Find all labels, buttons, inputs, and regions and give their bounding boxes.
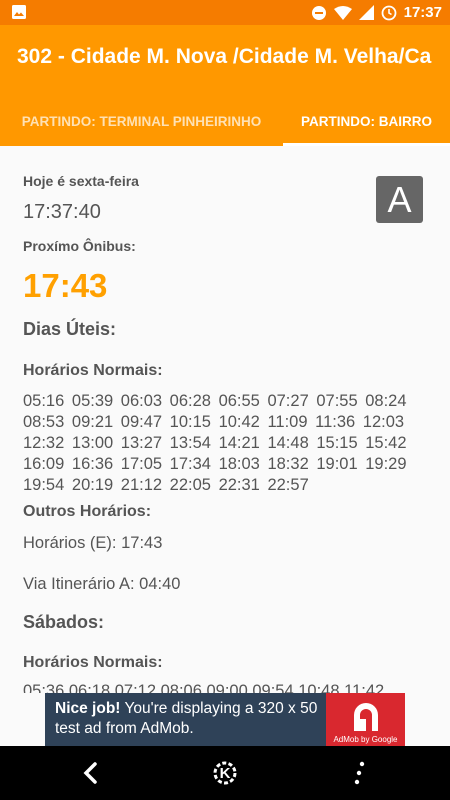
current-time: 17:37:40 xyxy=(23,201,101,223)
ad-text: Nice job! You're displaying a 320 x 50 t… xyxy=(55,699,325,739)
weekdays-normal-heading: Horários Normais: xyxy=(23,362,163,379)
tab-bar: PARTINDO: TERMINAL PINHEIRINHO PARTINDO:… xyxy=(0,97,450,146)
departure-time: 20:19 xyxy=(71,476,114,494)
minus-circle-icon xyxy=(311,5,326,20)
departure-time: 21:12 xyxy=(120,476,163,494)
tab-label: PARTINDO: TERMINAL PINHEIRINHO xyxy=(21,114,262,129)
image-icon xyxy=(12,5,26,19)
ad-bold: Nice job! xyxy=(55,700,121,717)
status-bar: 17:37 xyxy=(0,0,450,25)
today-label: Hoje é sexta-feira xyxy=(23,173,139,189)
departure-time: 19:54 xyxy=(23,476,65,494)
departure-time: 14:48 xyxy=(267,434,309,452)
departure-time: 13:00 xyxy=(71,434,114,452)
other-times-heading: Outros Horários: xyxy=(23,503,152,520)
departure-time: 05:39 xyxy=(71,392,114,410)
departure-time: 12:32 xyxy=(23,434,65,452)
departure-time: 19:29 xyxy=(365,455,407,473)
departure-time: 13:27 xyxy=(120,434,163,452)
ad-banner[interactable]: Nice job! You're displaying a 320 x 50 t… xyxy=(45,693,405,746)
page-title: 302 - Cidade M. Nova /Cidade M. Velha/Ca xyxy=(17,45,432,68)
saturdays-normal-heading: Horários Normais: xyxy=(23,654,163,671)
weekday-times-list: 05:16 05:39 06:03 06:28 06:55 07:27 07:5… xyxy=(23,391,428,496)
status-time: 17:37 xyxy=(403,4,442,21)
other-times-line: Horários (E): 17:43 xyxy=(23,534,163,552)
tab-bairro[interactable]: PARTINDO: BAIRRO xyxy=(283,97,450,146)
departure-time: 22:05 xyxy=(169,476,211,494)
departure-time: 10:42 xyxy=(218,413,260,431)
departure-time: 09:47 xyxy=(120,413,163,431)
departure-time: 07:27 xyxy=(267,392,309,410)
wifi-icon xyxy=(333,5,352,20)
departure-time: 22:57 xyxy=(267,476,309,494)
departure-time: 11:36 xyxy=(315,413,356,431)
departure-time: 17:34 xyxy=(169,455,211,473)
departure-time: 06:28 xyxy=(169,392,211,410)
weekdays-heading: Dias Úteis: xyxy=(23,319,117,339)
departure-time: 18:32 xyxy=(267,455,309,473)
route-letter-badge: A xyxy=(376,176,423,223)
departure-time: 06:03 xyxy=(120,392,163,410)
back-icon xyxy=(83,762,97,784)
more-icon xyxy=(354,761,365,785)
next-bus-time: 17:43 xyxy=(23,267,108,304)
departure-time: 16:36 xyxy=(71,455,114,473)
k-logo-icon: K xyxy=(213,761,237,785)
saturday-times-partial: 05:36 06:18 07:12 08:06 09:00 09:54 10:4… xyxy=(23,682,385,693)
via-itinerary-line: Via Itinerário A: 04:40 xyxy=(23,575,181,593)
departure-time: 22:31 xyxy=(218,476,260,494)
app-bar: 302 - Cidade M. Nova /Cidade M. Velha/Ca… xyxy=(0,25,450,146)
departure-time: 09:21 xyxy=(71,413,114,431)
admob-brand: AdMob by Google xyxy=(333,735,398,744)
signal-icon xyxy=(358,5,374,20)
schedule-content[interactable]: Hoje é sexta-feira 17:37:40 Proxímo Ônib… xyxy=(0,146,450,693)
tab-terminal-pinheirinho[interactable]: PARTINDO: TERMINAL PINHEIRINHO xyxy=(0,97,283,146)
home-button[interactable]: K xyxy=(195,746,255,800)
admob-logo: AdMob by Google xyxy=(326,693,405,746)
admob-icon xyxy=(354,703,378,731)
departure-time: 14:21 xyxy=(218,434,260,452)
departure-time: 07:55 xyxy=(316,392,358,410)
svg-text:K: K xyxy=(220,765,231,782)
next-bus-label: Proxímo Ônibus: xyxy=(23,238,136,254)
departure-time: 08:53 xyxy=(23,413,65,431)
departure-time: 15:42 xyxy=(365,434,407,452)
more-button[interactable] xyxy=(330,746,390,800)
departure-time: 18:03 xyxy=(218,455,260,473)
departure-time: 17:05 xyxy=(120,455,163,473)
departure-time: 06:55 xyxy=(218,392,260,410)
departure-time: 11:09 xyxy=(267,413,308,431)
departure-time: 16:09 xyxy=(23,455,65,473)
nav-bar: K xyxy=(0,746,450,800)
departure-time: 05:16 xyxy=(23,392,65,410)
departure-time: 10:15 xyxy=(169,413,211,431)
departure-time: 15:15 xyxy=(316,434,358,452)
saturdays-heading: Sábados: xyxy=(23,612,105,632)
back-button[interactable] xyxy=(60,746,120,800)
alarm-icon xyxy=(381,5,397,20)
departure-time: 19:01 xyxy=(316,455,358,473)
departure-time: 13:54 xyxy=(169,434,211,452)
departure-time: 08:24 xyxy=(365,392,407,410)
tab-label: PARTINDO: BAIRRO xyxy=(301,114,432,129)
departure-time: 12:03 xyxy=(362,413,405,431)
